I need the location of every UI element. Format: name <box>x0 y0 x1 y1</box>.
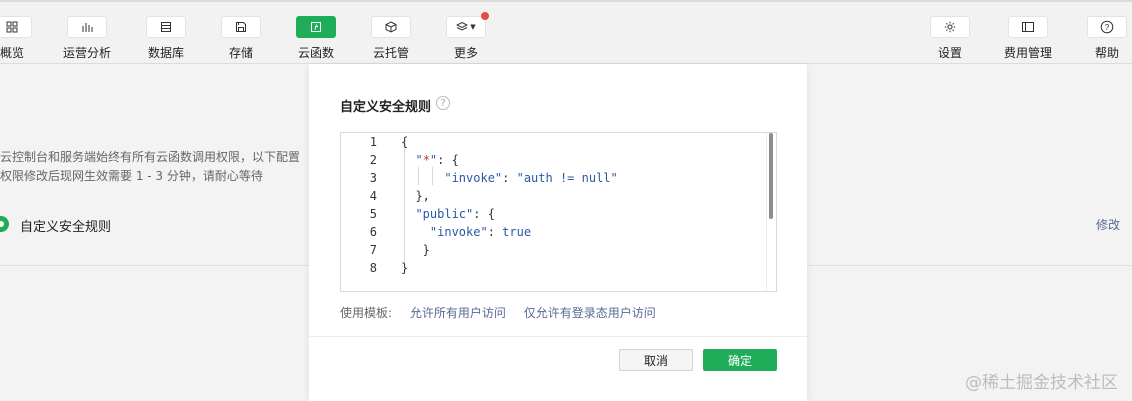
gear-icon <box>930 16 970 38</box>
confirm-button[interactable]: 确定 <box>703 349 777 371</box>
svg-text:?: ? <box>1105 23 1110 32</box>
code-line: { <box>401 135 409 149</box>
line-number: 2 <box>369 153 377 167</box>
custom-rule-radio[interactable] <box>0 216 9 232</box>
edit-link[interactable]: 修改 <box>1096 216 1120 233</box>
toolbar-item-label: 帮助 <box>1094 46 1119 60</box>
toolbar-item-label: 费用管理 <box>1003 46 1052 60</box>
toolbar-item-cloud-hosting[interactable]: 云托管 <box>356 16 426 66</box>
toolbar-item-cloud-function[interactable]: 云函数 <box>281 16 351 66</box>
description-line: 云控制台和服务端始终有所有云函数调用权限，以下配置 <box>0 150 301 164</box>
code-editor[interactable]: 1 2 3 4 5 6 7 8 { "*": { "invoke": "auth… <box>340 132 777 292</box>
dialog-footer-divider <box>309 336 807 337</box>
code-line: "*": { <box>415 153 459 167</box>
database-icon <box>146 16 186 38</box>
cloud-function-icon <box>296 16 336 38</box>
question-icon[interactable]: ? <box>436 96 450 110</box>
line-number: 5 <box>369 207 377 221</box>
code-line: } <box>401 261 409 275</box>
toolbar-item-settings[interactable]: 设置 <box>915 16 985 66</box>
toolbar-item-storage[interactable]: 存储 <box>206 16 276 66</box>
toolbar-item-label: 存储 <box>228 46 253 60</box>
toolbar-item-label: 更多 <box>453 46 478 60</box>
cancel-button[interactable]: 取消 <box>619 349 693 371</box>
line-number: 4 <box>369 189 377 203</box>
toolbar-item-database[interactable]: 数据库 <box>131 16 201 66</box>
template-label: 使用模板: <box>340 306 393 320</box>
toolbar-item-analytics[interactable]: 运营分析 <box>52 16 122 66</box>
code-line: } <box>401 243 430 257</box>
custom-rule-label: 自定义安全规则 <box>20 220 112 235</box>
template-row: 使用模板: 允许所有用户访问 仅允许有登录态用户访问 <box>340 304 670 321</box>
chevron-down-icon: ▼ <box>470 23 476 31</box>
toolbar-item-label: 云函数 <box>297 46 334 60</box>
code-line: "invoke": "auth != null" <box>444 171 618 185</box>
description-line: 权限修改后现网生效需要 1 - 3 分钟，请耐心等待 <box>0 169 263 183</box>
save-icon <box>221 16 261 38</box>
grid-icon <box>0 16 32 38</box>
toolbar-item-billing[interactable]: 费用管理 <box>993 16 1063 66</box>
line-number: 7 <box>369 243 377 257</box>
top-toolbar: 概览 运营分析 数据库 存储 云函数 云托管 ▼ 更多 设置 费用管理 ? 帮助 <box>0 0 1132 64</box>
editor-scrollbar[interactable] <box>769 133 773 219</box>
toolbar-item-label: 运营分析 <box>62 46 111 60</box>
toolbar-item-label: 设置 <box>937 46 962 60</box>
billing-icon <box>1008 16 1048 38</box>
line-number-gutter: 1 2 3 4 5 6 7 8 <box>341 133 393 291</box>
toolbar-item-more[interactable]: ▼ 更多 <box>431 12 501 66</box>
template-logged-in-link[interactable]: 仅允许有登录态用户访问 <box>524 306 656 320</box>
toolbar-item-label: 概览 <box>0 46 24 60</box>
cube-icon <box>371 16 411 38</box>
custom-security-rule-dialog: 自定义安全规则 ? 1 2 3 4 5 6 7 8 { "*": { "invo… <box>309 64 807 401</box>
bar-chart-icon <box>67 16 107 38</box>
line-number: 6 <box>369 225 377 239</box>
toolbar-item-help[interactable]: ? 帮助 <box>1072 16 1132 66</box>
dialog-title: 自定义安全规则 <box>340 100 432 115</box>
line-number: 3 <box>369 171 377 185</box>
notification-dot <box>481 12 489 20</box>
code-line: "public": { <box>415 207 495 221</box>
code-line: "invoke": true <box>429 225 532 239</box>
code-line: }, <box>401 189 430 203</box>
toolbar-item-overview[interactable]: 概览 <box>0 16 47 66</box>
toolbar-item-label: 数据库 <box>147 46 184 60</box>
permission-description: 云控制台和服务端始终有所有云函数调用权限，以下配置 权限修改后现网生效需要 1 … <box>0 148 300 186</box>
help-icon: ? <box>1087 16 1127 38</box>
watermark: @稀土掘金技术社区 <box>965 373 1118 393</box>
line-number: 1 <box>369 135 377 149</box>
template-allow-all-link[interactable]: 允许所有用户访问 <box>410 306 506 320</box>
layers-icon: ▼ <box>446 12 489 38</box>
toolbar-item-label: 云托管 <box>372 46 409 60</box>
line-number: 8 <box>369 261 377 275</box>
